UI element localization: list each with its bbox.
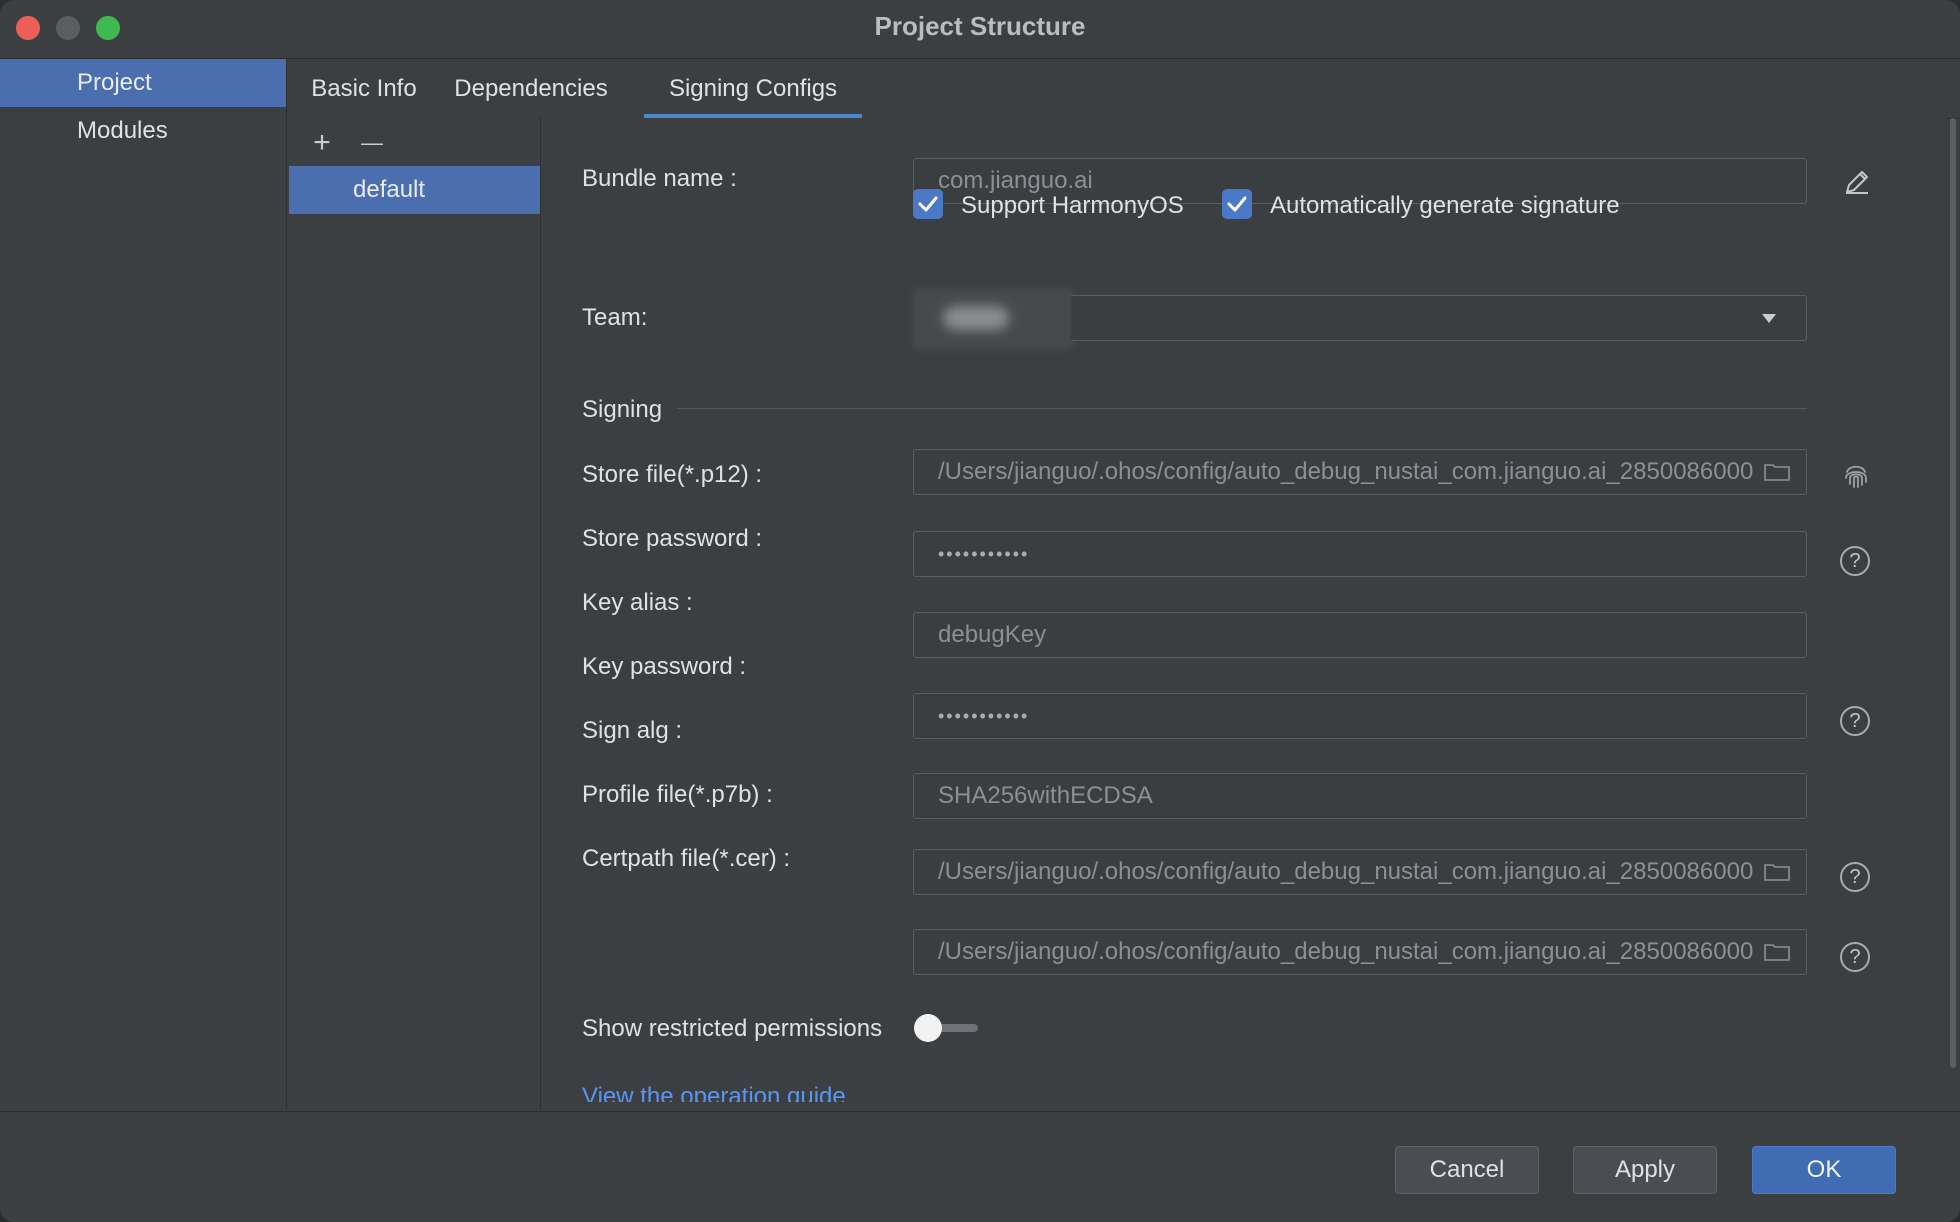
remove-config-button[interactable]: — <box>357 128 387 158</box>
store-password-field[interactable]: ••••••••••• <box>913 531 1807 577</box>
tab-basic-info[interactable]: Basic Info <box>287 59 441 118</box>
auto-sign-checkbox[interactable] <box>1222 189 1252 219</box>
edit-icon[interactable] <box>1843 168 1871 196</box>
window-title: Project Structure <box>874 11 1086 41</box>
key-alias-label: Key alias : <box>582 589 693 616</box>
team-avatar-blurred <box>913 288 1073 350</box>
restricted-permissions-label: Show restricted permissions <box>582 1015 883 1042</box>
folder-icon[interactable] <box>1764 943 1790 961</box>
chevron-down-icon <box>1762 314 1776 323</box>
store-file-field[interactable]: /Users/jianguo/.ohos/config/auto_debug_n… <box>913 449 1807 495</box>
key-password-label: Key password : <box>582 653 747 680</box>
profile-file-field[interactable]: /Users/jianguo/.ohos/config/auto_debug_n… <box>913 849 1807 895</box>
project-structure-dialog: Project Structure Project Modules Basic … <box>0 0 1960 1222</box>
config-list-item-default[interactable]: default <box>289 166 540 214</box>
folder-icon[interactable] <box>1764 463 1790 481</box>
store-file-label: Store file(*.p12) : <box>582 461 763 488</box>
team-dropdown[interactable] <box>1071 295 1807 341</box>
sign-alg-label: Sign alg : <box>582 717 683 744</box>
bundle-name-label: Bundle name : <box>582 165 737 192</box>
support-harmonyos-checkbox[interactable] <box>913 189 943 219</box>
store-password-label: Store password : <box>582 525 763 552</box>
operation-guide-link[interactable]: View the operation guide <box>582 1083 846 1102</box>
certpath-file-value: /Users/jianguo/.ohos/config/auto_debug_n… <box>938 938 1754 965</box>
folder-icon[interactable] <box>1764 863 1790 881</box>
cancel-button[interactable]: Cancel <box>1395 1146 1539 1194</box>
title-bar: Project Structure <box>0 0 1960 59</box>
section-divider <box>677 408 1807 409</box>
signing-section-title: Signing <box>582 396 663 423</box>
add-config-button[interactable]: + <box>307 128 337 158</box>
key-alias-field[interactable]: debugKey <box>913 612 1807 658</box>
key-password-help-icon[interactable]: ? <box>1840 706 1870 736</box>
support-harmonyos-label: Support HarmonyOS <box>961 192 1184 219</box>
fingerprint-icon[interactable] <box>1841 460 1871 490</box>
team-label: Team: <box>582 304 648 331</box>
restricted-permissions-toggle[interactable] <box>914 1014 984 1044</box>
sidebar-item-modules[interactable]: Modules <box>0 107 286 155</box>
config-list-pane: + — default <box>287 118 541 1110</box>
apply-button[interactable]: Apply <box>1573 1146 1717 1194</box>
store-file-value: /Users/jianguo/.ohos/config/auto_debug_n… <box>938 458 1754 485</box>
profile-file-help-icon[interactable]: ? <box>1840 862 1870 892</box>
profile-file-value: /Users/jianguo/.ohos/config/auto_debug_n… <box>938 858 1754 885</box>
key-password-field[interactable]: ••••••••••• <box>913 693 1807 739</box>
ok-button[interactable]: OK <box>1752 1146 1896 1194</box>
form-scrollbar[interactable] <box>1948 118 1958 1068</box>
dialog-footer: Cancel Apply OK <box>0 1111 1960 1222</box>
certpath-file-label: Certpath file(*.cer) : <box>582 845 791 872</box>
auto-sign-label: Automatically generate signature <box>1270 192 1620 219</box>
signing-config-form: Bundle name : com.jianguo.ai Support Har… <box>541 118 1946 1110</box>
certpath-file-field[interactable]: /Users/jianguo/.ohos/config/auto_debug_n… <box>913 929 1807 975</box>
tab-signing-configs[interactable]: Signing Configs <box>644 59 862 118</box>
sidebar: Project Modules <box>0 59 287 1110</box>
sign-alg-field[interactable]: SHA256withECDSA <box>913 773 1807 819</box>
tab-bar: Basic Info Dependencies Signing Configs <box>287 59 1960 119</box>
profile-file-label: Profile file(*.p7b) : <box>582 781 773 808</box>
sidebar-item-project[interactable]: Project <box>0 59 286 107</box>
tab-dependencies[interactable]: Dependencies <box>442 59 620 118</box>
certpath-file-help-icon[interactable]: ? <box>1840 942 1870 972</box>
store-password-help-icon[interactable]: ? <box>1840 546 1870 576</box>
